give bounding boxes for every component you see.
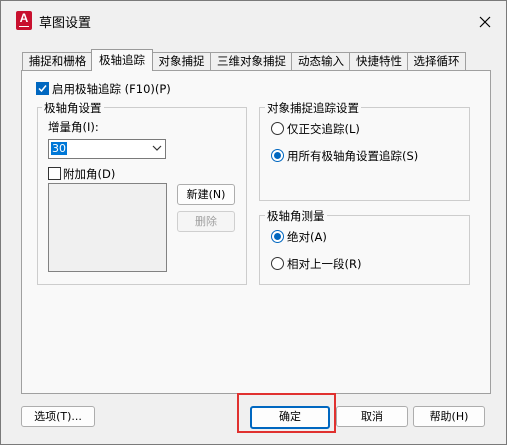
orthogonal-only-radio[interactable] [271,122,284,135]
ok-button-highlight [237,393,336,433]
tab-quick-properties[interactable]: 快捷特性 [349,52,409,70]
cancel-button[interactable]: 取消 [336,406,408,427]
increment-angle-combo[interactable]: 30 [48,139,166,159]
tab-object-snap[interactable]: 对象捕捉 [151,52,212,70]
autocad-app-icon: A [16,11,32,30]
tab-dynamic-input[interactable]: 动态输入 [291,52,351,70]
title-bar: A 草图设置 [1,1,506,41]
window-title: 草图设置 [39,16,92,31]
help-button[interactable]: 帮助(H) [413,406,485,427]
additional-angles-label: 附加角(D) [63,167,116,181]
increment-angle-label: 增量角(I): [48,120,99,134]
close-button[interactable] [473,10,497,34]
all-polar-angles-label: 用所有极轴角设置追踪(S) [287,149,419,163]
tab-selection-cycling[interactable]: 选择循环 [407,52,466,70]
app-icon-letter: A [19,11,29,25]
polar-angle-settings-title: 极轴角设置 [42,100,104,116]
polar-measurement-group [259,215,470,285]
options-button[interactable]: 选项(T)... [21,406,95,427]
absolute-label: 绝对(A) [287,230,327,244]
relative-last-segment-label: 相对上一段(R) [287,257,362,271]
chevron-down-icon [152,145,162,151]
enable-polar-label: 启用极轴追踪 (F10)(P) [52,82,171,96]
increment-angle-value: 30 [51,142,67,155]
relative-last-segment-radio[interactable] [271,257,284,270]
orthogonal-only-label: 仅正交追踪(L) [287,122,360,136]
polar-measurement-title: 极轴角测量 [265,208,327,224]
drafting-settings-dialog: A 草图设置 捕捉和栅格 极轴追踪 对象捕捉 三维对象捕捉 动态输入 快捷特性 … [0,0,507,445]
all-polar-angles-radio[interactable] [271,149,284,162]
new-angle-button[interactable]: 新建(N) [177,184,235,205]
delete-angle-button[interactable]: 删除 [177,211,235,232]
tab-polar-tracking[interactable]: 极轴追踪 [91,49,153,71]
additional-angles-checkbox[interactable] [48,167,61,180]
absolute-radio[interactable] [271,230,284,243]
tab-3d-object-snap[interactable]: 三维对象捕捉 [210,52,293,70]
check-icon [38,85,47,93]
object-snap-tracking-title: 对象捕捉追踪设置 [265,100,361,116]
close-icon [479,16,491,28]
tab-snap-and-grid[interactable]: 捕捉和栅格 [22,52,93,70]
enable-polar-checkbox[interactable] [36,82,49,95]
additional-angles-list[interactable] [48,183,167,272]
